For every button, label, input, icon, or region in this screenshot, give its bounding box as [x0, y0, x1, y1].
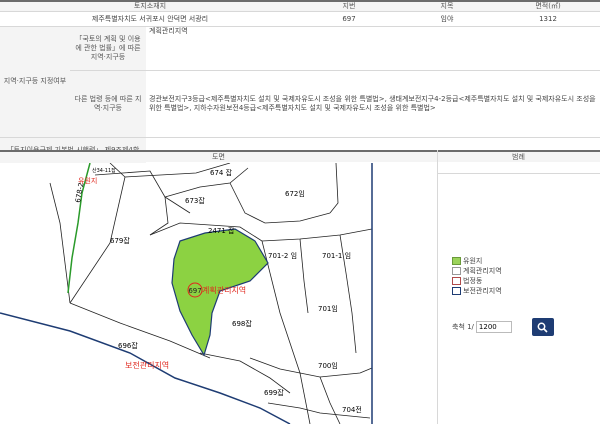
legend-item-plan: 계획관리지역 [452, 266, 502, 276]
label-699: 699잡 [264, 388, 284, 397]
label-697: 697 [188, 287, 201, 295]
label-preserve-zone: 보전관리지역 [125, 360, 169, 370]
label-plan-zone: 계획관리지역 [202, 285, 246, 295]
legend-label: 보전관리지역 [463, 287, 502, 295]
label-696: 696잡 [118, 341, 138, 350]
legend-label: 법정동 [463, 277, 483, 285]
other-act-label: 다른 법령 등에 따른 지역·지구등 [70, 70, 146, 138]
scale-label: 축척 1/ [452, 323, 474, 331]
label-678: 678-2 [74, 182, 85, 203]
scale-input[interactable] [475, 321, 512, 333]
land-act-value: 계획관리지역 [146, 27, 600, 71]
location-value: 제주특별자치도 서귀포시 안덕면 서광리 [0, 11, 300, 27]
area-value: 1312 [496, 11, 600, 27]
land-act-label: 「국토의 계획 및 이용에 관한 법률」에 따른 지역·지구등 [70, 27, 146, 71]
label-673: 673잡 [185, 196, 205, 205]
lot-value: 697 [300, 11, 398, 27]
label-704: 704전 [342, 405, 362, 414]
cadastral-map[interactable]: 697 계획관리지역 유원지 보전관리지역 674 잡 672임 673잡 67… [0, 163, 438, 424]
cadastral-map-svg: 697 계획관리지역 유원지 보전관리지역 674 잡 672임 673잡 67… [0, 163, 373, 424]
label-2471: 2471 잡 [208, 226, 235, 235]
map-section-header: 도면 범례 [0, 150, 600, 162]
label-698: 698잡 [232, 319, 252, 328]
label-top: 산34-11잡 [92, 167, 116, 174]
label-701-2: 701-2 임 [268, 252, 297, 260]
legend-swatch-dong [452, 277, 461, 285]
land-use-plan-page: 토지소재지 지번 지목 면적(㎡) 제주특별자치도 서귀포시 안덕면 서광리 6… [0, 0, 600, 424]
legend-swatch-preserve [452, 287, 461, 295]
header-location: 토지소재지 [0, 0, 300, 12]
scale-search-button[interactable] [531, 318, 554, 336]
legend-swatch-plan [452, 267, 461, 275]
legend-label: 유원지 [463, 257, 483, 265]
search-icon [537, 322, 548, 333]
legend-label: 계획관리지역 [463, 267, 502, 275]
header-lot: 지번 [300, 0, 398, 12]
label-700: 700임 [318, 362, 338, 370]
legend-item-dong: 법정동 [452, 276, 502, 286]
scale-control: 축척 1/ [452, 318, 554, 336]
label-701: 701임 [318, 305, 338, 313]
legend-item-preserve: 보전관리지역 [452, 286, 502, 296]
legend-item-green: 유원지 [452, 256, 502, 266]
header-category: 지목 [398, 0, 496, 12]
label-701-1: 701-1 임 [322, 252, 351, 260]
legend-header: 범례 [512, 153, 525, 161]
land-info-table: 토지소재지 지번 지목 면적(㎡) 제주특별자치도 서귀포시 안덕면 서광리 6… [0, 0, 600, 27]
label-679: 679잡 [110, 236, 130, 245]
zoning-main-label: 지역·지구등 지정여부 [0, 27, 70, 138]
label-672: 672임 [285, 190, 305, 198]
legend-list: 유원지 계획관리지역 법정동 보전관리지역 [452, 256, 502, 296]
category-value: 임야 [398, 11, 496, 27]
label-674: 674 잡 [210, 168, 233, 177]
legend-swatch-green [452, 257, 461, 265]
other-act-value: 경관보전지구3등급<제주특별자치도 설치 및 국제자유도시 조성을 위한 특별법… [146, 70, 600, 138]
header-area: 면적(㎡) [496, 0, 600, 12]
map-header: 도면 [212, 153, 225, 161]
